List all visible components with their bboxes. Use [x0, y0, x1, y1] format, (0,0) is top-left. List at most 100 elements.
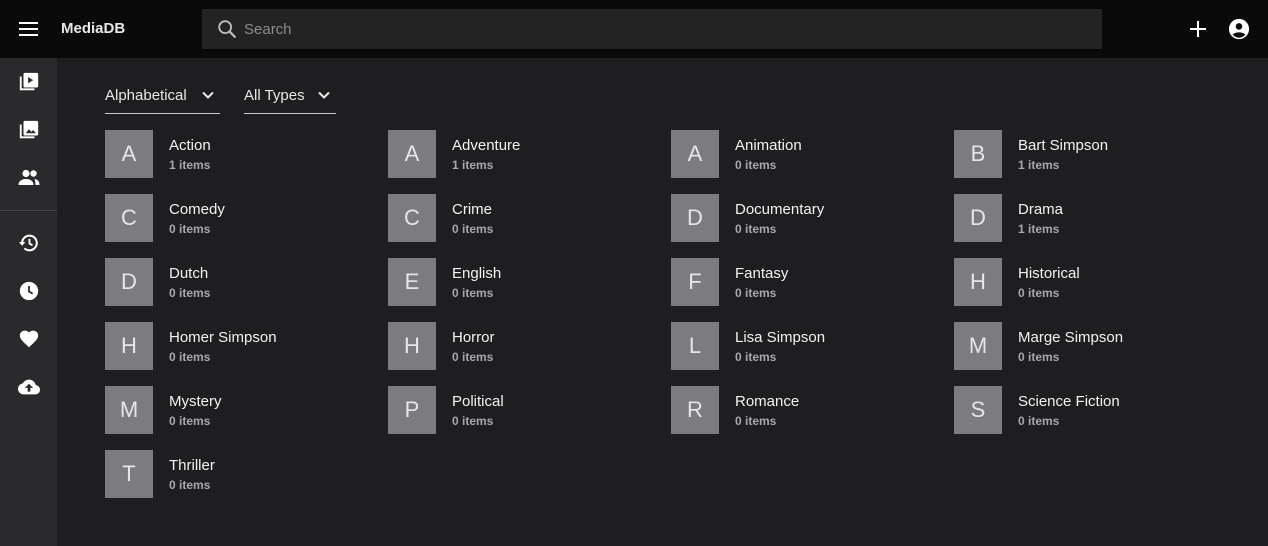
tag-name: Bart Simpson	[1018, 137, 1109, 154]
account-circle-icon[interactable]	[1227, 17, 1251, 41]
tag-name: Fantasy	[735, 265, 789, 282]
tag-letter-tile: D	[671, 194, 719, 242]
tag-letter-tile: M	[954, 322, 1002, 370]
tag-item[interactable]: B Bart Simpson 1 items	[954, 130, 1224, 178]
search-bar[interactable]	[202, 9, 1102, 49]
tag-item[interactable]: A Action 1 items	[105, 130, 375, 178]
tag-name: Marge Simpson	[1018, 329, 1124, 346]
tag-name: Lisa Simpson	[735, 329, 826, 346]
tag-name: Science Fiction	[1018, 393, 1120, 410]
history-icon[interactable]	[16, 230, 41, 255]
tag-letter-tile: H	[954, 258, 1002, 306]
type-dropdown-label: All Types	[244, 87, 305, 104]
tag-letter-tile: E	[388, 258, 436, 306]
tag-letter-tile: A	[671, 130, 719, 178]
tag-item-count: 1 items	[452, 158, 494, 172]
tag-item-count: 0 items	[735, 414, 777, 428]
tag-name: Historical	[1018, 265, 1080, 282]
tag-name: Comedy	[169, 201, 225, 218]
tag-name: Drama	[1018, 201, 1064, 218]
tag-letter-tile: F	[671, 258, 719, 306]
clock-icon[interactable]	[16, 278, 41, 303]
tag-letter-tile: R	[671, 386, 719, 434]
tag-item[interactable]: M Marge Simpson 0 items	[954, 322, 1224, 370]
tag-item[interactable]: M Mystery 0 items	[105, 386, 375, 434]
tag-name: Thriller	[169, 457, 215, 474]
search-icon	[218, 20, 236, 38]
tag-item-count: 0 items	[452, 222, 494, 236]
tag-letter-tile: T	[105, 450, 153, 498]
sidebar-divider	[0, 210, 57, 211]
type-dropdown[interactable]: All Types	[244, 78, 336, 114]
top-app-bar: MediaDB	[0, 0, 1268, 58]
photo-library-icon[interactable]	[16, 117, 41, 142]
tag-name: Mystery	[169, 393, 222, 410]
tag-item-count: 0 items	[169, 350, 211, 364]
tag-letter-tile: S	[954, 386, 1002, 434]
tag-item-count: 0 items	[169, 286, 211, 300]
tag-item-count: 0 items	[452, 286, 494, 300]
sort-dropdown[interactable]: Alphabetical	[105, 78, 220, 114]
tag-name: Horror	[452, 329, 495, 346]
tag-item[interactable]: P Political 0 items	[388, 386, 658, 434]
tag-item[interactable]: E English 0 items	[388, 258, 658, 306]
tag-item-count: 1 items	[169, 158, 211, 172]
sidebar	[0, 58, 57, 546]
tag-item[interactable]: D Documentary 0 items	[671, 194, 941, 242]
video-library-icon[interactable]	[16, 69, 41, 94]
tag-item[interactable]: L Lisa Simpson 0 items	[671, 322, 941, 370]
tag-letter-tile: B	[954, 130, 1002, 178]
search-input[interactable]	[244, 20, 1064, 38]
tag-item-count: 0 items	[169, 414, 211, 428]
tag-name: English	[452, 265, 502, 282]
tag-name: Action	[169, 137, 211, 154]
tag-letter-tile: L	[671, 322, 719, 370]
tag-item[interactable]: D Drama 1 items	[954, 194, 1224, 242]
tag-item[interactable]: H Historical 0 items	[954, 258, 1224, 306]
tag-item-count: 0 items	[1018, 414, 1060, 428]
tag-item[interactable]: A Animation 0 items	[671, 130, 941, 178]
tag-item-count: 0 items	[169, 222, 211, 236]
tag-letter-tile: C	[105, 194, 153, 242]
tag-item-count: 0 items	[452, 414, 494, 428]
tag-item-count: 0 items	[735, 222, 777, 236]
tag-item[interactable]: H Horror 0 items	[388, 322, 658, 370]
tag-item[interactable]: H Homer Simpson 0 items	[105, 322, 375, 370]
app-title: MediaDB	[61, 20, 126, 37]
tag-item-count: 0 items	[735, 158, 777, 172]
tag-name: Political	[452, 393, 504, 410]
tag-name: Homer Simpson	[169, 329, 277, 346]
tag-name: Animation	[735, 137, 802, 154]
tag-letter-tile: P	[388, 386, 436, 434]
tag-letter-tile: A	[388, 130, 436, 178]
tag-item-count: 0 items	[1018, 286, 1060, 300]
tag-name: Dutch	[169, 265, 209, 282]
tag-letter-tile: H	[105, 322, 153, 370]
tag-item[interactable]: C Crime 0 items	[388, 194, 658, 242]
add-icon[interactable]	[1186, 17, 1210, 41]
tag-letter-tile: D	[954, 194, 1002, 242]
tag-item[interactable]: A Adventure 1 items	[388, 130, 658, 178]
tag-item[interactable]: S Science Fiction 0 items	[954, 386, 1224, 434]
tag-letter-tile: A	[105, 130, 153, 178]
tag-item-count: 1 items	[1018, 222, 1060, 236]
tag-letter-tile: M	[105, 386, 153, 434]
tag-letter-tile: C	[388, 194, 436, 242]
tag-item-count: 0 items	[1018, 350, 1060, 364]
people-icon[interactable]	[16, 165, 41, 190]
heart-icon[interactable]	[16, 326, 41, 351]
tag-item[interactable]: T Thriller 0 items	[105, 450, 375, 498]
tag-item-count: 0 items	[735, 286, 777, 300]
tag-item-count: 0 items	[735, 350, 777, 364]
cloud-upload-icon[interactable]	[16, 374, 41, 399]
chevron-down-icon	[202, 91, 214, 99]
chevron-down-icon	[318, 91, 330, 99]
menu-icon[interactable]	[16, 17, 42, 41]
tag-item[interactable]: D Dutch 0 items	[105, 258, 375, 306]
tag-item[interactable]: R Romance 0 items	[671, 386, 941, 434]
tag-item[interactable]: F Fantasy 0 items	[671, 258, 941, 306]
tag-letter-tile: H	[388, 322, 436, 370]
tag-item-count: 0 items	[452, 350, 494, 364]
tag-item[interactable]: C Comedy 0 items	[105, 194, 375, 242]
tag-name: Crime	[452, 201, 492, 218]
